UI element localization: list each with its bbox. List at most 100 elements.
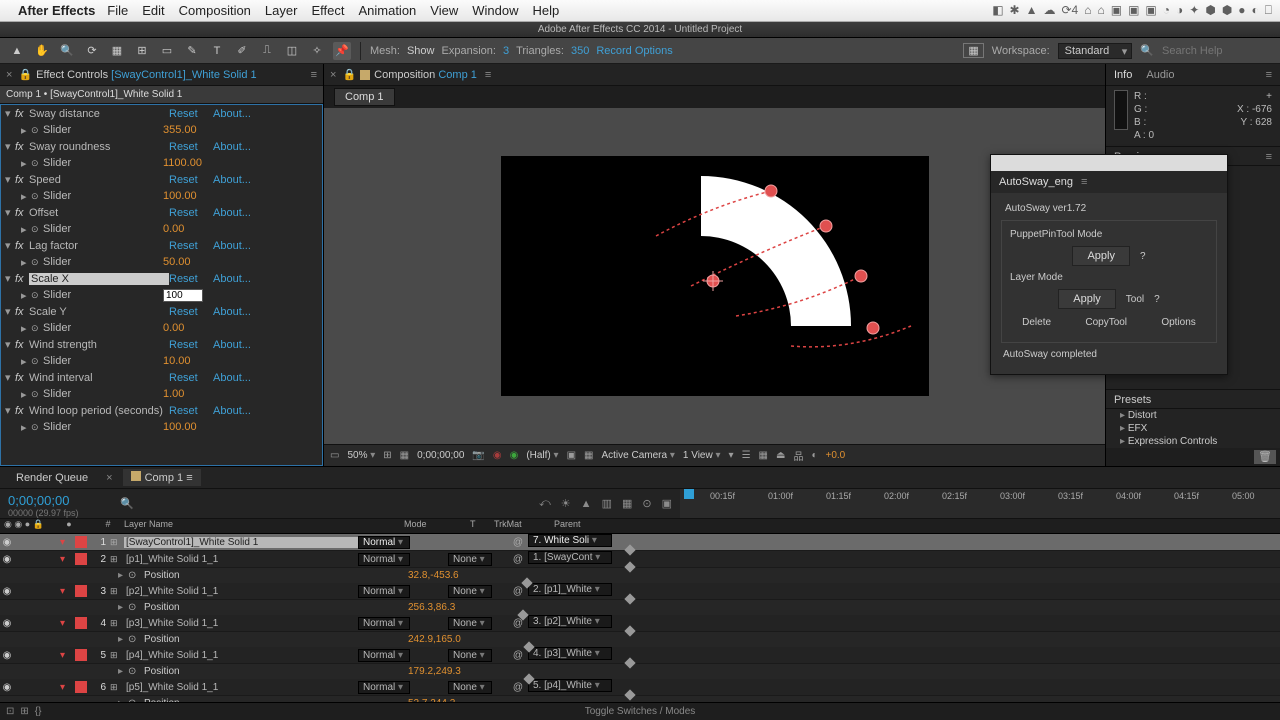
visibility-icon[interactable]: ◉ [0, 537, 14, 548]
views-dropdown[interactable]: 1 View [683, 450, 721, 461]
fast-preview-icon[interactable]: ▦ [759, 450, 768, 461]
layer-row[interactable]: ◉ ▾ 3 ⊞ [p2]_White Solid 1_1 Normal None… [0, 583, 1280, 600]
layer-row[interactable]: ◉ ▾ 2 ⊞ [p1]_White Solid 1_1 Normal None… [0, 551, 1280, 568]
help-icon[interactable]: ? [1154, 294, 1160, 305]
workspace-dropdown[interactable]: Standard [1058, 43, 1133, 59]
puppet-tool-icon[interactable]: 📌 [333, 42, 351, 60]
reset-link[interactable]: Reset [169, 372, 213, 384]
autosway-titlebar[interactable] [991, 155, 1227, 171]
tl-icon[interactable]: ☀ [561, 497, 571, 510]
grid-icon[interactable]: ▦ [400, 450, 409, 461]
resolution-icon[interactable]: ⊞ [383, 450, 391, 461]
snapshot-icon[interactable]: ▦ [963, 43, 983, 58]
tool-label[interactable]: Tool [1126, 294, 1144, 305]
layer-color-swatch[interactable] [75, 585, 87, 597]
about-link[interactable]: About... [213, 405, 251, 417]
parent-dropdown[interactable]: 5. [p4]_White [528, 679, 612, 692]
about-link[interactable]: About... [213, 240, 251, 252]
pickwhip-icon[interactable]: @ [508, 650, 528, 661]
layer-name[interactable]: [p5]_White Solid 1_1 [124, 682, 358, 693]
brush-tool-icon[interactable]: ✐ [233, 42, 251, 60]
property-row[interactable]: ▸⊙ Position 179.2,249.3 [0, 664, 1280, 679]
exposure-icon[interactable]: ◐ [811, 450, 817, 461]
slider-value-input[interactable] [163, 289, 203, 302]
search-help-input[interactable] [1162, 45, 1272, 57]
snapshot-icon[interactable]: 📷 [472, 450, 484, 461]
channel-icon[interactable]: ◉ [493, 450, 502, 461]
twirl-icon[interactable]: ▾ [60, 618, 72, 629]
lock-icon[interactable]: 🔒 [342, 68, 356, 81]
effect-name[interactable]: Lag factor [29, 240, 169, 252]
property-value[interactable]: 179.2,249.3 [408, 666, 461, 677]
current-time-display[interactable]: 0;00;00;00 [8, 493, 112, 508]
slider-row[interactable]: ▸⊙ Slider [1, 287, 322, 303]
layer-row[interactable]: ◉ ▾ 1 ⊞ [SwayControl1]_White Solid 1 Nor… [0, 534, 1280, 551]
twirl-icon[interactable]: ▾ [60, 554, 72, 565]
parent-dropdown[interactable]: 7. White Soli [528, 534, 612, 547]
effect-row[interactable]: ▾fx Sway distance Reset About... [1, 105, 322, 122]
visibility-icon[interactable]: ◉ [0, 586, 14, 597]
reset-link[interactable]: Reset [169, 174, 213, 186]
visibility-icon[interactable]: ◉ [0, 650, 14, 661]
slider-row[interactable]: ▸⊙ Slider 1.00 [1, 386, 322, 402]
hand-tool-icon[interactable]: ✋ [33, 42, 51, 60]
pickwhip-icon[interactable]: @ [508, 682, 528, 693]
effect-name[interactable]: Scale X [29, 273, 169, 285]
about-link[interactable]: About... [213, 141, 251, 153]
effect-name[interactable]: Offset [29, 207, 169, 219]
reset-link[interactable]: Reset [169, 273, 213, 285]
panel-menu-icon[interactable]: ≡ [311, 69, 317, 81]
expansion-value[interactable]: 3 [503, 45, 509, 57]
share-icon[interactable]: ▾ [729, 450, 734, 461]
slider-value[interactable]: 355.00 [163, 124, 197, 136]
menu-effect[interactable]: Effect [311, 3, 344, 18]
shape-tool-icon[interactable]: ▭ [158, 42, 176, 60]
clone-tool-icon[interactable]: ⎍ [258, 42, 276, 60]
slider-row[interactable]: ▸⊙ Slider 10.00 [1, 353, 322, 369]
effect-row[interactable]: ▾fx Wind loop period (seconds) Reset Abo… [1, 402, 322, 419]
effect-row[interactable]: ▾fx Scale Y Reset About... [1, 303, 322, 320]
timeline-icon[interactable]: ⏏ [776, 450, 785, 461]
comp-viewer[interactable] [324, 108, 1105, 444]
slider-value[interactable]: 100.00 [163, 421, 197, 433]
slider-value[interactable]: 100.00 [163, 190, 197, 202]
tab-comp[interactable]: Comp 1 ≡ [123, 469, 201, 486]
blend-mode-dropdown[interactable]: Normal [358, 553, 410, 566]
magnify-icon[interactable]: ▭ [330, 450, 339, 461]
effect-row[interactable]: ▾fx Wind strength Reset About... [1, 336, 322, 353]
rotate-tool-icon[interactable]: ⟳ [83, 42, 101, 60]
type-tool-icon[interactable]: T [208, 42, 226, 60]
slider-row[interactable]: ▸⊙ Slider 0.00 [1, 221, 322, 237]
pickwhip-icon[interactable]: @ [508, 537, 528, 548]
about-link[interactable]: About... [213, 108, 251, 120]
property-row[interactable]: ▸⊙ Position 242.9,165.0 [0, 632, 1280, 647]
roto-tool-icon[interactable]: ✧ [308, 42, 326, 60]
menu-view[interactable]: View [430, 3, 458, 18]
help-icon[interactable]: ? [1140, 251, 1146, 262]
reset-link[interactable]: Reset [169, 207, 213, 219]
transparency-icon[interactable]: ▦ [584, 450, 593, 461]
menu-layer[interactable]: Layer [265, 3, 298, 18]
visibility-icon[interactable]: ◉ [0, 618, 14, 629]
tl-icon[interactable]: ⊙ [642, 497, 651, 510]
toggle-icon[interactable]: {} [35, 706, 42, 717]
pickwhip-icon[interactable]: @ [508, 618, 528, 629]
effect-row[interactable]: ▾fx Scale X Reset About... [1, 270, 322, 287]
region-icon[interactable]: ▣ [567, 450, 576, 461]
property-value[interactable]: 256.3,86.3 [408, 602, 455, 613]
effect-row[interactable]: ▾fx Offset Reset About... [1, 204, 322, 221]
selection-tool-icon[interactable]: ▲ [8, 42, 26, 60]
effect-name[interactable]: Sway roundness [29, 141, 169, 153]
trkmat-dropdown[interactable]: None [448, 681, 492, 694]
record-options-link[interactable]: Record Options [596, 45, 672, 57]
search-icon[interactable]: 🔍 [120, 497, 134, 510]
tl-icon[interactable]: ▥ [602, 497, 612, 510]
tl-icon[interactable]: ▲ [581, 498, 592, 510]
parent-dropdown[interactable]: 2. [p1]_White [528, 583, 612, 596]
current-time[interactable]: 0;00;00;00 [417, 450, 464, 461]
tl-icon[interactable]: ▦ [622, 497, 632, 510]
trkmat-dropdown[interactable]: None [448, 649, 492, 662]
layer-name[interactable]: [p1]_White Solid 1_1 [124, 554, 358, 565]
layer-row[interactable]: ◉ ▾ 5 ⊞ [p4]_White Solid 1_1 Normal None… [0, 647, 1280, 664]
slider-row[interactable]: ▸⊙ Slider 100.00 [1, 188, 322, 204]
